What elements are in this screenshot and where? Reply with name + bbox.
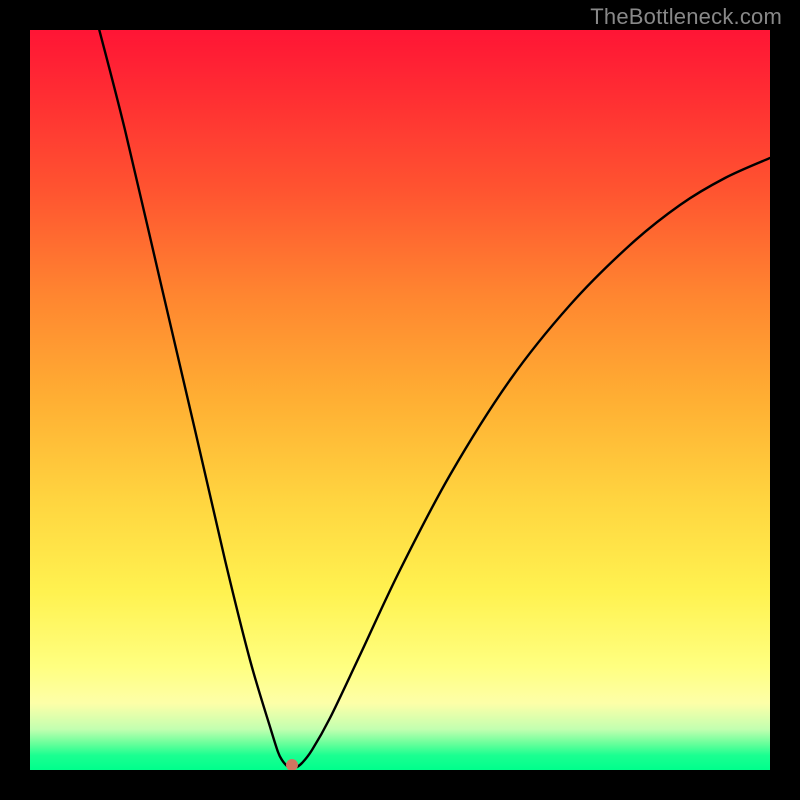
watermark-text: TheBottleneck.com [590,4,782,30]
bottleneck-curve [98,30,770,769]
bottleneck-chart [30,30,770,770]
chart-plot-area [30,30,770,770]
optimal-point-marker [286,759,298,770]
